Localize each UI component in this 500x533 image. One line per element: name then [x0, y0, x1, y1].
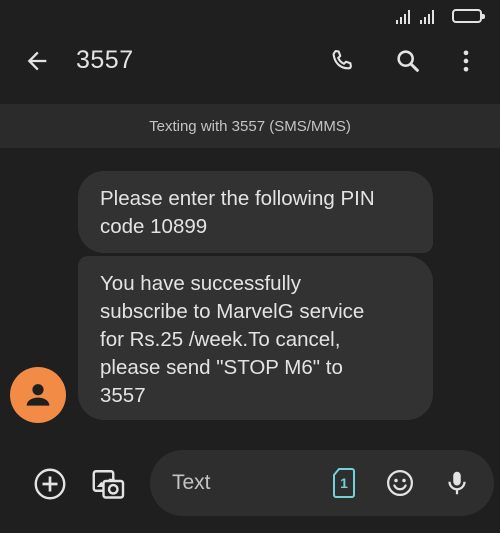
- avatar[interactable]: [10, 367, 66, 423]
- add-attachment-button[interactable]: [30, 464, 70, 504]
- gallery-icon: [92, 470, 125, 499]
- arrow-back-icon: [27, 51, 47, 71]
- message-input[interactable]: [170, 464, 324, 502]
- signal-icon: [420, 10, 434, 24]
- status-bar: [0, 0, 500, 36]
- search-icon: [397, 50, 419, 72]
- more-options-button[interactable]: [446, 41, 486, 81]
- emoji-button[interactable]: [380, 463, 420, 503]
- call-button[interactable]: [322, 41, 362, 81]
- mic-icon: [448, 471, 466, 495]
- conversation-title: 3557: [76, 46, 134, 74]
- signal-icon: [396, 10, 410, 24]
- search-button[interactable]: [388, 41, 428, 81]
- bottom-bar: 1: [0, 446, 500, 533]
- more-vert-icon: [463, 50, 469, 72]
- app-bar: 3557: [0, 36, 500, 102]
- message-composer: 1: [150, 450, 494, 516]
- back-button[interactable]: [17, 41, 57, 81]
- sim-slot-number: 1: [340, 475, 348, 491]
- voice-input-button[interactable]: [437, 463, 477, 503]
- message-bubble[interactable]: You have successfully subscribe to Marve…: [78, 256, 433, 420]
- message-bubble[interactable]: Please enter the following PIN code 1089…: [78, 171, 433, 253]
- add-circle-icon: [34, 468, 66, 500]
- battery-icon: [452, 9, 485, 23]
- person-icon: [26, 384, 50, 406]
- phone-icon: [332, 50, 352, 70]
- gallery-button[interactable]: [88, 464, 128, 504]
- emoji-icon: [387, 470, 413, 496]
- sim-select-button[interactable]: 1: [324, 463, 364, 503]
- texting-banner: Texting with 3557 (SMS/MMS): [0, 104, 500, 148]
